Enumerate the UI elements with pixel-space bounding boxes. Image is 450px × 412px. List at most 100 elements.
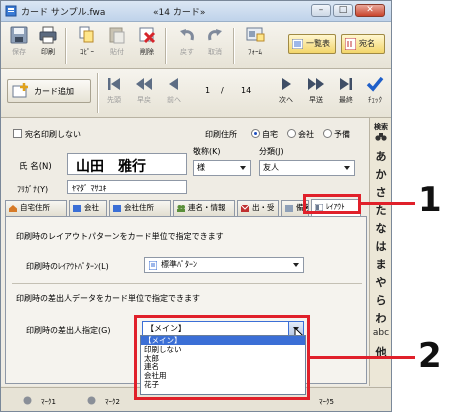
address-icon — [345, 38, 356, 50]
kana-na[interactable]: な — [370, 220, 391, 236]
last-card-button[interactable]: 最終 — [333, 75, 359, 105]
fast-forward-icon — [308, 78, 324, 90]
building-icon — [73, 205, 81, 212]
house-icon — [9, 205, 17, 212]
radio-spare-label: 予備 — [334, 130, 350, 139]
radio-home-label: 自宅 — [262, 130, 278, 139]
first-card-button[interactable]: 先頭 — [101, 75, 127, 105]
add-card-button[interactable]: カード追加 — [7, 79, 91, 103]
callout-number-1: 1 — [418, 180, 442, 220]
chevron-down-icon — [240, 166, 246, 170]
paste-icon — [109, 27, 125, 44]
minimize-button[interactable]: – — [311, 4, 331, 17]
kana-sa[interactable]: さ — [370, 184, 391, 200]
prev-icon — [169, 78, 178, 90]
layout-pattern-select[interactable]: 標準ﾊﾟﾀｰﾝ — [144, 257, 304, 273]
radio-home[interactable] — [251, 129, 260, 138]
callout-number-2: 2 — [418, 336, 442, 376]
print-label: 印刷 — [41, 48, 55, 56]
check-button[interactable]: ﾁｪｯｸ — [363, 75, 387, 105]
tab-label: 会社住所 — [124, 203, 154, 212]
furigana-field[interactable]: ﾔﾏﾀﾞ ﾏｻﾕｷ — [67, 180, 187, 194]
form-button[interactable]: ﾌｫｰﾑ — [241, 25, 269, 57]
tab-home-address[interactable]: 自宅住所 — [5, 200, 67, 216]
kana-ha[interactable]: は — [370, 238, 391, 254]
save-button[interactable]: 保存 — [5, 25, 33, 57]
kana-ra[interactable]: ら — [370, 292, 391, 308]
list-icon — [292, 39, 303, 49]
close-button[interactable]: ✕ — [355, 4, 385, 17]
copy-icon — [79, 26, 94, 43]
floppy-icon — [10, 26, 28, 44]
add-card-icon — [12, 83, 28, 98]
mail-icon — [241, 205, 249, 212]
honorific-value: 様 — [197, 163, 205, 172]
highlight-box-layout-tab — [303, 194, 361, 214]
mark-icon[interactable] — [23, 396, 32, 405]
category-value: 友人 — [263, 163, 279, 172]
fast-back-label: 早戻 — [137, 96, 151, 104]
callout-line-1 — [361, 202, 415, 205]
radio-spare[interactable] — [323, 129, 332, 138]
no-address-print-label: 宛名印刷しない — [25, 130, 81, 139]
tab-company[interactable]: 会社 — [69, 200, 107, 216]
prev-label: 前へ — [167, 96, 181, 104]
undo-button[interactable]: 戻す — [173, 25, 201, 57]
honorific-label: 敬称(K) — [193, 147, 221, 156]
kana-ka[interactable]: か — [370, 166, 391, 182]
paste-label: 貼付 — [110, 48, 124, 56]
tab-label: 自宅住所 — [20, 203, 50, 212]
kana-wa[interactable]: わ — [370, 310, 391, 326]
delete-button[interactable]: 削除 — [133, 25, 161, 57]
redo-button[interactable]: 取消 — [201, 25, 229, 57]
search-label: 検索 — [374, 123, 388, 131]
memo-icon — [285, 205, 293, 212]
index-abc[interactable]: abc — [370, 328, 391, 338]
chevron-down-icon — [293, 263, 299, 267]
category-select[interactable]: 友人 — [259, 160, 355, 176]
prev-card-button[interactable]: 前へ — [161, 75, 187, 105]
paste-button[interactable]: 貼付 — [103, 25, 131, 57]
layout-pattern-label: 印刷時のﾚｲｱｳﾄﾊﾟﾀｰﾝ(L) — [26, 262, 109, 271]
app-icon — [5, 5, 17, 17]
list-view-button[interactable]: 一覧表 — [288, 34, 336, 54]
maximize-button[interactable]: □ — [333, 4, 353, 17]
mark-icon[interactable] — [87, 396, 96, 405]
fast-back-button[interactable]: 早戻 — [131, 75, 157, 105]
page-current: 1 — [205, 86, 211, 95]
next-card-button[interactable]: 次へ — [273, 75, 299, 105]
kana-a[interactable]: あ — [370, 148, 391, 164]
copy-button[interactable]: ｺﾋﾟｰ — [73, 25, 101, 57]
tab-joint-info[interactable]: 連名・情報 — [173, 200, 235, 216]
undo-label: 戻す — [180, 48, 194, 56]
mark-2-label: ﾏｰｸ2 — [105, 398, 120, 406]
toolbar-separator — [165, 28, 167, 64]
tab-sent-received[interactable]: 出・受 — [237, 200, 279, 216]
form-icon — [246, 27, 265, 42]
callout-line-2 — [310, 356, 415, 359]
window-title: カード サンプル.fwa — [21, 8, 106, 18]
next-icon — [282, 78, 291, 90]
kana-index-sidebar: 検索 あ か さ た な は ま や ら わ abc 他 — [369, 118, 391, 386]
print-button[interactable]: 印刷 — [34, 25, 62, 57]
tab-company-address[interactable]: 会社住所 — [109, 200, 171, 216]
window-title-card: «14 カード» — [153, 8, 206, 18]
kana-ma[interactable]: ま — [370, 256, 391, 272]
kana-ya[interactable]: や — [370, 274, 391, 290]
page-total: 14 — [241, 86, 252, 95]
binoculars-icon[interactable] — [375, 132, 387, 141]
building-icon — [113, 205, 121, 212]
redo-label: 取消 — [208, 48, 222, 56]
address-button[interactable]: 宛名 — [341, 34, 385, 54]
honorific-select[interactable]: 様 — [193, 160, 251, 176]
layout-description: 印刷時のレイアウトパターンをカード単位で指定できます — [16, 232, 224, 241]
redo-icon — [208, 29, 222, 41]
no-address-print-checkbox[interactable] — [13, 129, 22, 138]
name-field[interactable]: 山田 雅行 — [67, 153, 187, 175]
main-toolbar: 保存 印刷 ｺﾋﾟｰ 貼付 削除 戻す 取消 ﾌｫｰﾑ 一覧表 宛名 — [1, 22, 391, 69]
radio-company-label: 会社 — [298, 130, 314, 139]
check-label: ﾁｪｯｸ — [368, 96, 382, 104]
tab-label: 連名・情報 — [188, 203, 226, 212]
fast-forward-button[interactable]: 早送 — [303, 75, 329, 105]
radio-company[interactable] — [287, 129, 296, 138]
